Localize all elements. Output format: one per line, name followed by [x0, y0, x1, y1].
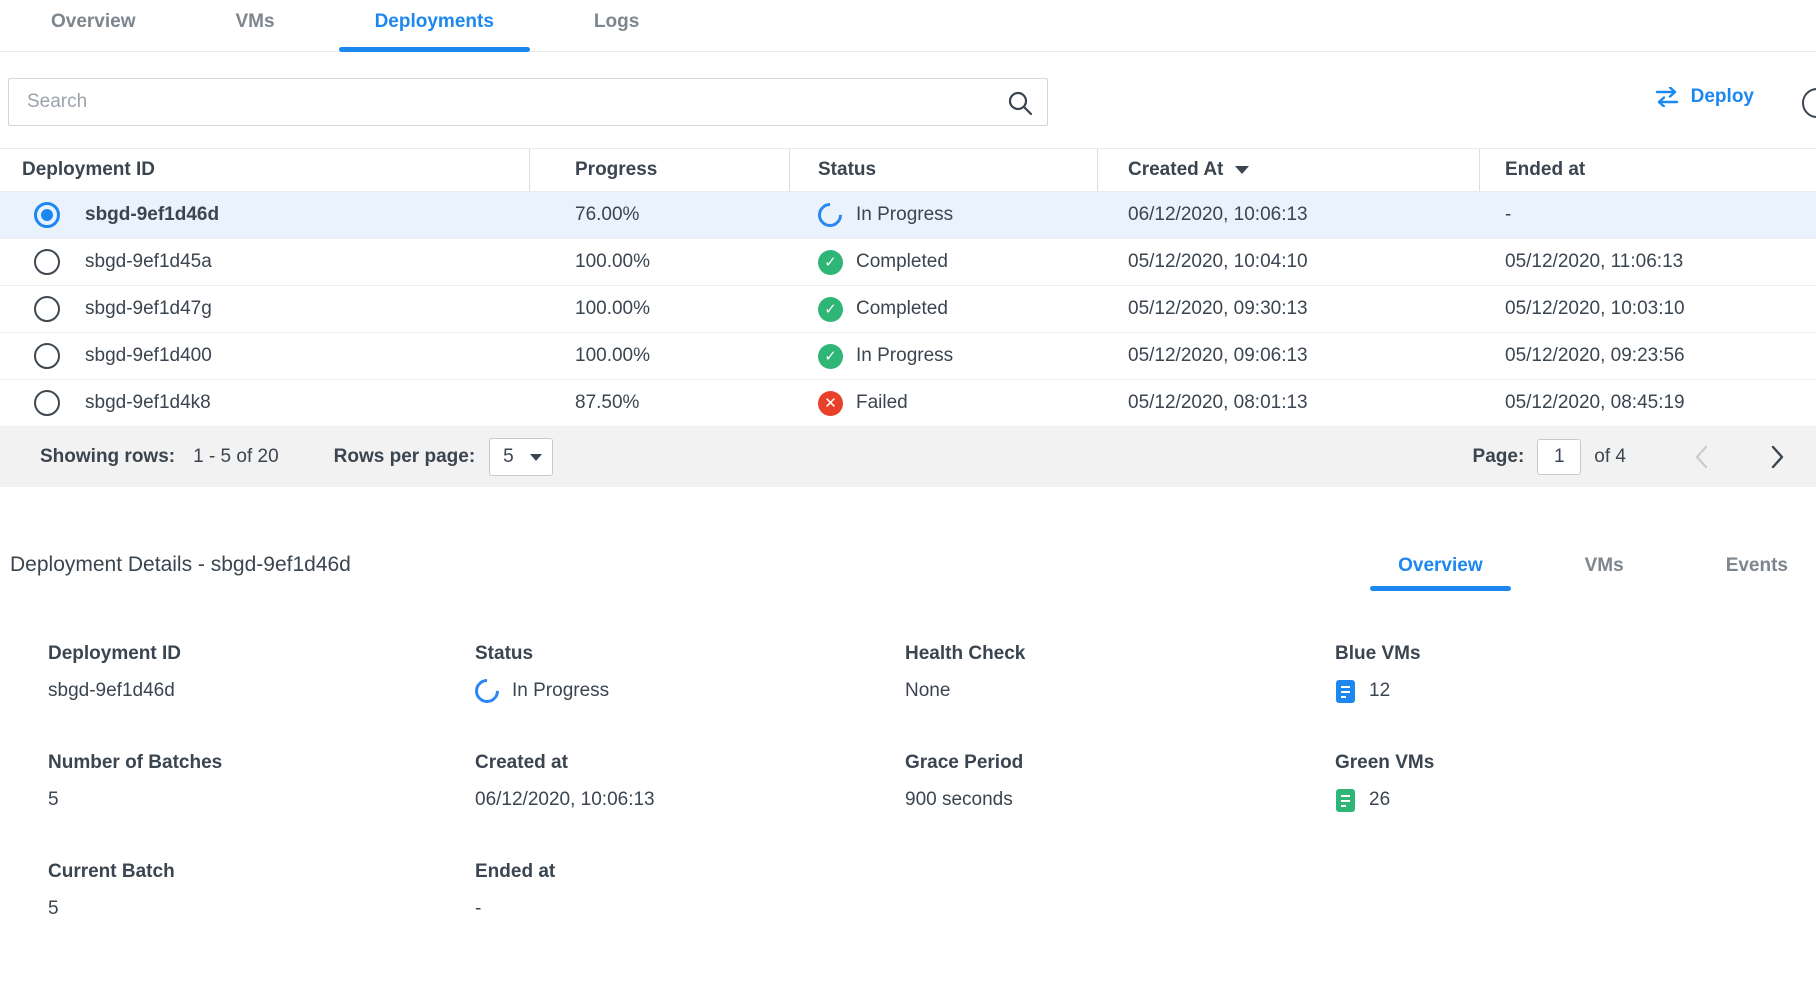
ended-at-cell: 05/12/2020, 09:23:56 — [1505, 345, 1685, 367]
pagination: Page: of 4 — [1473, 427, 1816, 487]
created-at-cell: 05/12/2020, 10:04:10 — [1128, 251, 1308, 273]
chevron-down-icon — [530, 454, 542, 461]
table-row[interactable]: sbgd-9ef1d45a 100.00% Completed 05/12/20… — [0, 239, 1816, 286]
status-cell: In Progress — [856, 345, 953, 367]
field-number-of-batches: Number of Batches 5 — [48, 752, 475, 813]
field-ended-at: Ended at - — [475, 861, 905, 922]
deployment-id-cell: sbgd-9ef1d47g — [85, 298, 212, 320]
rows-per-page-label: Rows per page: — [334, 446, 475, 468]
page-number-input[interactable] — [1537, 439, 1581, 475]
page-label: Page: — [1473, 446, 1525, 468]
details-title: Deployment Details - sbgd-9ef1d46d — [10, 553, 351, 591]
progress-cell: 76.00% — [575, 204, 639, 226]
tab-deployments[interactable]: Deployments — [369, 11, 500, 51]
tab-logs[interactable]: Logs — [588, 11, 645, 51]
deploy-button[interactable]: Deploy — [1654, 86, 1754, 108]
top-tab-bar: Overview VMs Deployments Logs — [0, 0, 1816, 52]
details-tab-vms[interactable]: VMs — [1579, 555, 1630, 591]
details-tab-bar: Overview VMs Events — [1302, 555, 1794, 591]
rows-per-page-select[interactable]: 5 — [489, 438, 553, 476]
details-tab-overview[interactable]: Overview — [1392, 555, 1489, 591]
field-deployment-id: Deployment ID sbgd-9ef1d46d — [48, 643, 475, 704]
radio-unselected[interactable] — [34, 249, 60, 275]
status-cell: In Progress — [856, 204, 953, 226]
field-status: Status In Progress — [475, 643, 905, 704]
radio-selected[interactable] — [34, 202, 60, 228]
table-footer: Showing rows: 1 - 5 of 20 Rows per page:… — [0, 427, 1816, 487]
table-row[interactable]: sbgd-9ef1d46d 76.00% In Progress 06/12/2… — [0, 192, 1816, 239]
deployment-id-cell: sbgd-9ef1d400 — [85, 345, 212, 367]
column-header-progress[interactable]: Progress — [530, 149, 790, 191]
deployment-id-cell: sbgd-9ef1d46d — [85, 204, 219, 226]
completed-check-icon — [818, 297, 843, 322]
help-icon[interactable] — [1802, 88, 1816, 118]
ended-at-cell: - — [1505, 204, 1511, 226]
table-row[interactable]: sbgd-9ef1d400 100.00% In Progress 05/12/… — [0, 333, 1816, 380]
created-at-cell: 05/12/2020, 09:30:13 — [1128, 298, 1308, 320]
column-header-ended-at[interactable]: Ended at — [1480, 149, 1816, 191]
radio-unselected[interactable] — [34, 390, 60, 416]
tab-vms[interactable]: VMs — [230, 11, 281, 51]
next-page-chevron-icon[interactable] — [1760, 440, 1794, 474]
details-tab-events[interactable]: Events — [1720, 555, 1794, 591]
deployment-id-cell: sbgd-9ef1d4k8 — [85, 392, 211, 414]
column-header-status[interactable]: Status — [790, 149, 1098, 191]
progress-cell: 100.00% — [575, 251, 650, 273]
field-health-check: Health Check None — [905, 643, 1335, 704]
created-at-cell: 05/12/2020, 08:01:13 — [1128, 392, 1308, 414]
field-current-batch: Current Batch 5 — [48, 861, 475, 922]
deployment-id-cell: sbgd-9ef1d45a — [85, 251, 212, 273]
sort-desc-icon — [1235, 166, 1249, 174]
showing-rows-label: Showing rows: — [40, 446, 175, 468]
search-box — [8, 78, 1048, 126]
created-at-cell: 06/12/2020, 10:06:13 — [1128, 204, 1308, 226]
created-at-cell: 05/12/2020, 09:06:13 — [1128, 345, 1308, 367]
tab-overview[interactable]: Overview — [45, 11, 142, 51]
progress-cell: 87.50% — [575, 392, 639, 414]
ended-at-cell: 05/12/2020, 10:03:10 — [1505, 298, 1685, 320]
field-created-at: Created at 06/12/2020, 10:06:13 — [475, 752, 905, 813]
field-blue-vms: Blue VMs 12 — [1335, 643, 1816, 704]
progress-cell: 100.00% — [575, 298, 650, 320]
ended-at-cell: 05/12/2020, 11:06:13 — [1505, 251, 1683, 273]
completed-check-icon — [818, 250, 843, 275]
in-progress-spinner-icon — [470, 674, 504, 708]
vm-blue-icon — [1335, 679, 1356, 704]
vm-green-icon — [1335, 788, 1356, 813]
failed-x-icon — [818, 391, 843, 416]
table-row[interactable]: sbgd-9ef1d47g 100.00% Completed 05/12/20… — [0, 286, 1816, 333]
field-green-vms: Green VMs 26 — [1335, 752, 1816, 813]
column-header-deployment-id[interactable]: Deployment ID — [0, 149, 530, 191]
showing-rows-value: 1 - 5 of 20 — [193, 446, 279, 468]
deployments-table: Deployment ID Progress Status Created At… — [0, 148, 1816, 487]
ended-at-cell: 05/12/2020, 08:45:19 — [1505, 392, 1685, 414]
table-header: Deployment ID Progress Status Created At… — [0, 148, 1816, 192]
deploy-swap-icon — [1654, 87, 1680, 107]
field-grace-period: Grace Period 900 seconds — [905, 752, 1335, 813]
toolbar: Deploy — [0, 52, 1816, 148]
status-cell: Completed — [856, 251, 948, 273]
radio-unselected[interactable] — [34, 296, 60, 322]
column-header-created-at[interactable]: Created At — [1098, 149, 1480, 191]
completed-check-icon — [818, 344, 843, 369]
search-icon — [1007, 90, 1033, 116]
search-input[interactable] — [9, 79, 1047, 125]
status-cell: Completed — [856, 298, 948, 320]
table-row[interactable]: sbgd-9ef1d4k8 87.50% Failed 05/12/2020, … — [0, 380, 1816, 427]
in-progress-spinner-icon — [813, 198, 847, 232]
deployment-details-section: Deployment Details - sbgd-9ef1d46d Overv… — [0, 553, 1816, 922]
deploy-button-label: Deploy — [1691, 86, 1754, 108]
page-total: of 4 — [1594, 446, 1626, 468]
progress-cell: 100.00% — [575, 345, 650, 367]
previous-page-chevron-icon[interactable] — [1684, 440, 1718, 474]
details-fields-grid: Deployment ID sbgd-9ef1d46d Status In Pr… — [10, 643, 1816, 922]
status-cell: Failed — [856, 392, 908, 414]
radio-unselected[interactable] — [34, 343, 60, 369]
